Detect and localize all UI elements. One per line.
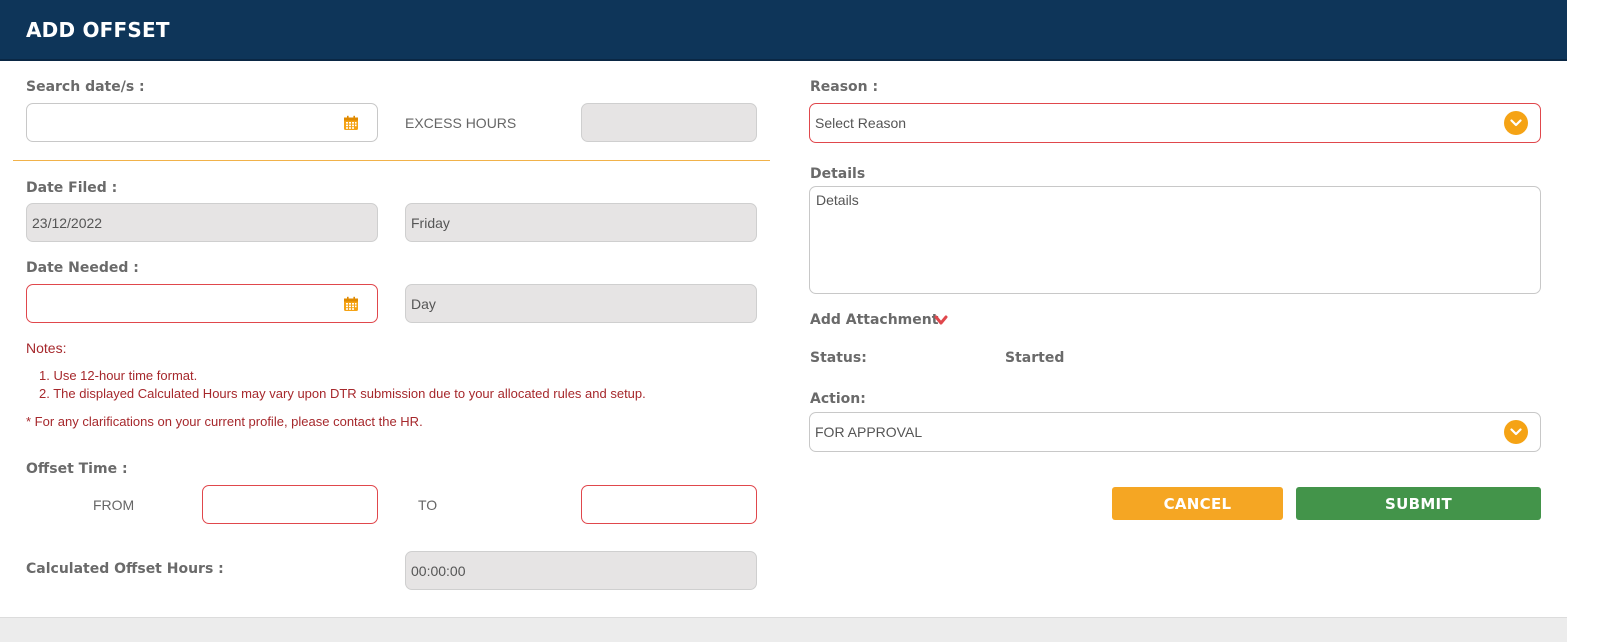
reason-value: Select Reason [815,115,907,131]
date-filed-day-field: Friday [405,203,757,242]
date-filed-day: Friday [411,214,450,231]
submit-button[interactable]: SUBMIT [1296,487,1541,520]
excess-hours-label: EXCESS HOURS [405,115,517,131]
offset-time-label: Offset Time : [26,461,128,477]
search-dates-input[interactable] [26,103,378,142]
reason-label: Reason : [810,79,879,95]
status-label: Status: [810,350,867,366]
right-margin [1567,0,1620,642]
page-title: ADD OFFSET [26,18,170,42]
status-value: Started [1005,350,1065,366]
calculated-hours-field: 00:00:00 [405,551,757,590]
calendar-icon[interactable] [343,296,359,312]
note-item: 2. The displayed Calculated Hours may va… [39,386,646,401]
date-needed-day-field: Day [405,284,757,323]
date-filed-label: Date Filed : [26,180,118,196]
chevron-down-icon[interactable] [934,315,948,326]
date-needed-day: Day [411,295,436,312]
excess-hours-field [581,103,757,142]
note-item: 1. Use 12-hour time format. [39,368,198,383]
calculated-hours-value: 00:00:00 [411,562,466,579]
action-label: Action: [810,391,866,407]
add-attachment-label[interactable]: Add Attachment [810,312,938,328]
details-textarea[interactable]: Details [809,186,1541,294]
notes-footer: * For any clarifications on your current… [26,414,423,429]
notes-title: Notes: [26,340,67,356]
section-divider [13,160,770,161]
action-value: FOR APPROVAL [815,424,923,440]
to-time-input[interactable] [581,485,757,524]
date-filed-value: 23/12/2022 [32,214,103,231]
date-filed-field: 23/12/2022 [26,203,378,242]
calculated-hours-label: Calculated Offset Hours : [26,561,224,577]
date-needed-input[interactable] [26,284,378,323]
chevron-down-icon[interactable] [1504,111,1528,135]
page-header: ADD OFFSET [0,0,1567,61]
date-needed-label: Date Needed : [26,260,139,276]
calendar-icon[interactable] [343,115,359,131]
cancel-button[interactable]: CANCEL [1112,487,1283,520]
details-label: Details [810,166,866,182]
action-select[interactable]: FOR APPROVAL [809,412,1541,452]
from-label: FROM [93,497,135,513]
bottom-bar [0,617,1567,642]
reason-select[interactable]: Select Reason [809,103,1541,143]
from-time-input[interactable] [202,485,378,524]
search-dates-label: Search date/s : [26,79,145,95]
chevron-down-icon[interactable] [1504,420,1528,444]
to-label: TO [418,497,438,513]
